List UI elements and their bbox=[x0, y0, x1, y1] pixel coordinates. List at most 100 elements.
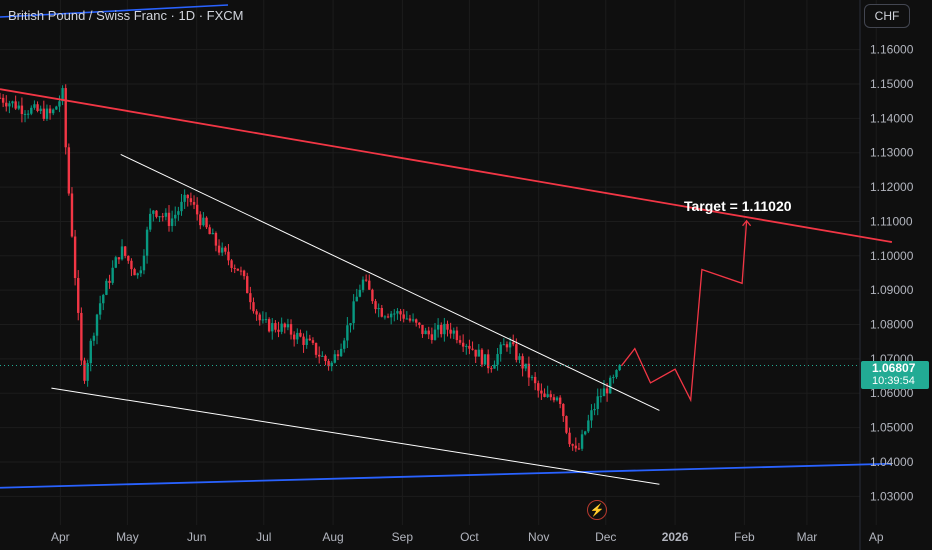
candle-up bbox=[264, 319, 268, 321]
candle-up bbox=[383, 316, 387, 318]
candle-up bbox=[590, 410, 593, 421]
candle-down bbox=[543, 393, 546, 397]
candle-up bbox=[405, 318, 409, 320]
y-tick-label: 1.15000 bbox=[870, 77, 914, 91]
candle-down bbox=[371, 289, 374, 302]
candle-down bbox=[446, 323, 449, 330]
candle-up bbox=[55, 106, 58, 110]
candle-down bbox=[458, 340, 462, 343]
candle-down bbox=[449, 329, 452, 334]
x-tick-label: Jun bbox=[187, 530, 206, 544]
candle-up bbox=[202, 217, 205, 226]
candle-up bbox=[39, 108, 42, 111]
candle-down bbox=[421, 324, 424, 335]
lightning-bolt-icon[interactable]: ⚡ bbox=[587, 500, 607, 520]
candle-down bbox=[42, 108, 46, 119]
candle-up bbox=[45, 108, 49, 119]
candle-down bbox=[20, 105, 24, 115]
candle-down bbox=[430, 334, 434, 340]
candle-up bbox=[52, 109, 55, 114]
price-chart[interactable]: 1.16000 1.15000 1.14000 1.13000 1.12000 1.110… bbox=[0, 0, 932, 550]
candle-down bbox=[549, 394, 552, 398]
candle-up bbox=[89, 340, 92, 364]
y-tick-label: 1.13000 bbox=[870, 146, 914, 160]
candle-down bbox=[571, 444, 574, 446]
x-tick-label: Ap bbox=[869, 530, 884, 544]
candle-down bbox=[239, 270, 243, 272]
candle-up bbox=[361, 279, 365, 290]
candle-up bbox=[599, 396, 603, 398]
candle-up bbox=[612, 377, 615, 379]
candle-down bbox=[0, 97, 2, 99]
candle-down bbox=[258, 314, 261, 321]
candle-up bbox=[164, 212, 168, 217]
candle-down bbox=[374, 301, 377, 310]
candle-down bbox=[565, 416, 568, 433]
candle-up bbox=[508, 342, 512, 348]
candle-up bbox=[349, 323, 352, 326]
candle-down bbox=[577, 448, 581, 450]
candle-up bbox=[177, 211, 180, 215]
candle-up bbox=[261, 319, 265, 321]
candle-up bbox=[149, 213, 152, 230]
y-tick-label: 1.11000 bbox=[870, 214, 913, 228]
y-tick-label: 1.09000 bbox=[870, 283, 914, 297]
candle-up bbox=[142, 255, 146, 271]
candle-down bbox=[461, 342, 465, 347]
last-price-value: 1.06807 bbox=[872, 361, 916, 375]
x-tick-label: May bbox=[116, 530, 139, 544]
candle-down bbox=[274, 323, 277, 330]
bar-countdown: 10:39:54 bbox=[872, 375, 915, 387]
candle-down bbox=[1, 97, 5, 103]
x-tick-label: 2026 bbox=[662, 530, 689, 544]
candle-down bbox=[277, 329, 280, 332]
candle-down bbox=[474, 349, 477, 357]
last-price-badge: 1.06807 10:39:54 bbox=[861, 361, 929, 389]
candle-up bbox=[98, 303, 102, 315]
candle-down bbox=[249, 293, 252, 303]
candle-down bbox=[402, 314, 405, 319]
symbol-title[interactable]: British Pound / Swiss Franc · 1D · FXCM bbox=[8, 8, 244, 23]
candle-down bbox=[308, 338, 312, 341]
candle-down bbox=[471, 348, 474, 350]
candle-down bbox=[233, 267, 236, 269]
candle-down bbox=[186, 194, 189, 199]
candle-up bbox=[436, 324, 440, 330]
candle-down bbox=[161, 216, 164, 218]
candle-up bbox=[433, 329, 437, 340]
candle-up bbox=[596, 396, 599, 409]
candle-down bbox=[48, 108, 52, 114]
candle-down bbox=[192, 202, 196, 205]
candle-down bbox=[208, 227, 211, 235]
candle-down bbox=[302, 336, 305, 345]
candle-down bbox=[318, 354, 321, 357]
candle-down bbox=[505, 344, 509, 348]
x-tick-label: Aug bbox=[322, 530, 343, 544]
candle-up bbox=[389, 313, 393, 318]
candle-up bbox=[483, 354, 487, 365]
candle-down bbox=[515, 344, 518, 360]
candle-up bbox=[139, 270, 143, 274]
candle-up bbox=[220, 247, 224, 253]
candle-down bbox=[83, 360, 86, 381]
candle-down bbox=[574, 445, 578, 449]
candle-up bbox=[286, 324, 290, 328]
candle-down bbox=[512, 342, 515, 345]
candle-up bbox=[424, 330, 427, 335]
candle-up bbox=[393, 313, 396, 315]
currency-button[interactable]: CHF bbox=[864, 4, 910, 28]
candle-up bbox=[530, 376, 534, 378]
candle-down bbox=[408, 318, 412, 321]
x-tick-label: Sep bbox=[392, 530, 414, 544]
candle-up bbox=[580, 434, 584, 449]
candle-up bbox=[502, 344, 506, 346]
candle-down bbox=[415, 319, 418, 323]
candle-down bbox=[267, 319, 271, 332]
candle-up bbox=[411, 319, 415, 321]
candle-up bbox=[95, 314, 99, 336]
candle-down bbox=[418, 322, 421, 325]
candle-up bbox=[8, 103, 11, 107]
candle-up bbox=[114, 257, 117, 268]
candle-up bbox=[615, 370, 618, 378]
candle-up bbox=[102, 294, 105, 304]
